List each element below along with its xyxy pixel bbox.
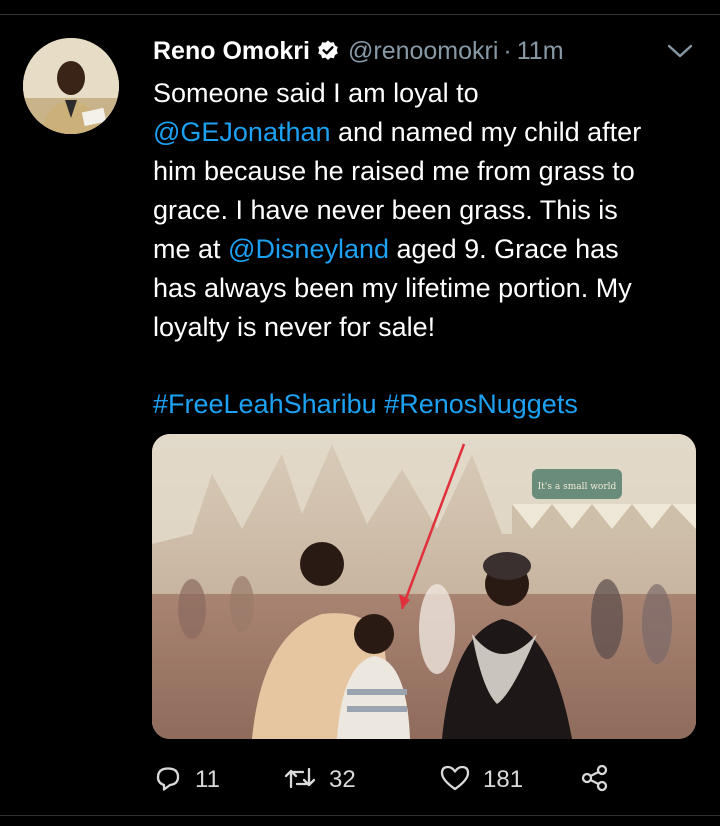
author-handle[interactable]: @renoomokri bbox=[348, 37, 498, 66]
tweet-line: loyalty is never for sale! bbox=[153, 312, 436, 342]
reply-count: 11 bbox=[195, 766, 220, 793]
mention-link[interactable]: @GEJonathan bbox=[153, 117, 331, 147]
tweet-line: him because he raised me from grass to bbox=[153, 156, 635, 186]
tweet-line: @GEJonathan and named my child after bbox=[153, 117, 642, 147]
photo-image: It's a small world bbox=[152, 434, 696, 739]
tweet-line: Someone said I am loyal to bbox=[153, 78, 479, 108]
share-button[interactable] bbox=[580, 760, 610, 800]
retweet-count: 32 bbox=[329, 766, 356, 793]
tweet-line: grace. I have never been grass. This is bbox=[153, 195, 618, 225]
tweet-line: me at @Disneyland aged 9. Grace has bbox=[153, 234, 619, 264]
retweet-icon bbox=[283, 763, 317, 798]
share-icon bbox=[580, 763, 610, 798]
heart-icon bbox=[439, 763, 471, 798]
like-button[interactable]: 181 bbox=[439, 760, 523, 800]
tweet-text: Someone said I am loyal to @GEJonathan a… bbox=[153, 74, 698, 347]
photo-sign: It's a small world bbox=[538, 482, 617, 492]
header-separator: · bbox=[503, 36, 512, 65]
mention-link[interactable]: @Disneyland bbox=[228, 234, 389, 264]
avatar-image bbox=[23, 38, 119, 134]
retweet-button[interactable]: 32 bbox=[283, 760, 356, 800]
hashtag-link[interactable]: #RenosNuggets bbox=[384, 389, 578, 419]
author-name[interactable]: Reno Omokri bbox=[153, 37, 310, 66]
verified-badge-icon bbox=[316, 39, 340, 63]
bottom-divider bbox=[0, 815, 720, 816]
avatar[interactable] bbox=[23, 38, 119, 134]
tweet-line: has always been my lifetime portion. My bbox=[153, 273, 632, 303]
hashtag-link[interactable]: #FreeLeahSharibu bbox=[153, 389, 377, 419]
reply-icon bbox=[153, 763, 183, 798]
reply-button[interactable]: 11 bbox=[153, 760, 220, 800]
top-divider bbox=[0, 0, 720, 15]
hashtags: #FreeLeahSharibu #RenosNuggets bbox=[153, 385, 578, 424]
tweet-actions: 11 32 181 bbox=[153, 760, 698, 800]
tweet-header: Reno Omokri @renoomokri · 11m bbox=[153, 33, 564, 69]
tweet-timestamp[interactable]: 11m bbox=[517, 37, 564, 66]
like-count: 181 bbox=[483, 766, 524, 793]
tweet-photo[interactable]: It's a small world bbox=[152, 434, 696, 739]
chevron-down-icon[interactable] bbox=[665, 38, 695, 64]
